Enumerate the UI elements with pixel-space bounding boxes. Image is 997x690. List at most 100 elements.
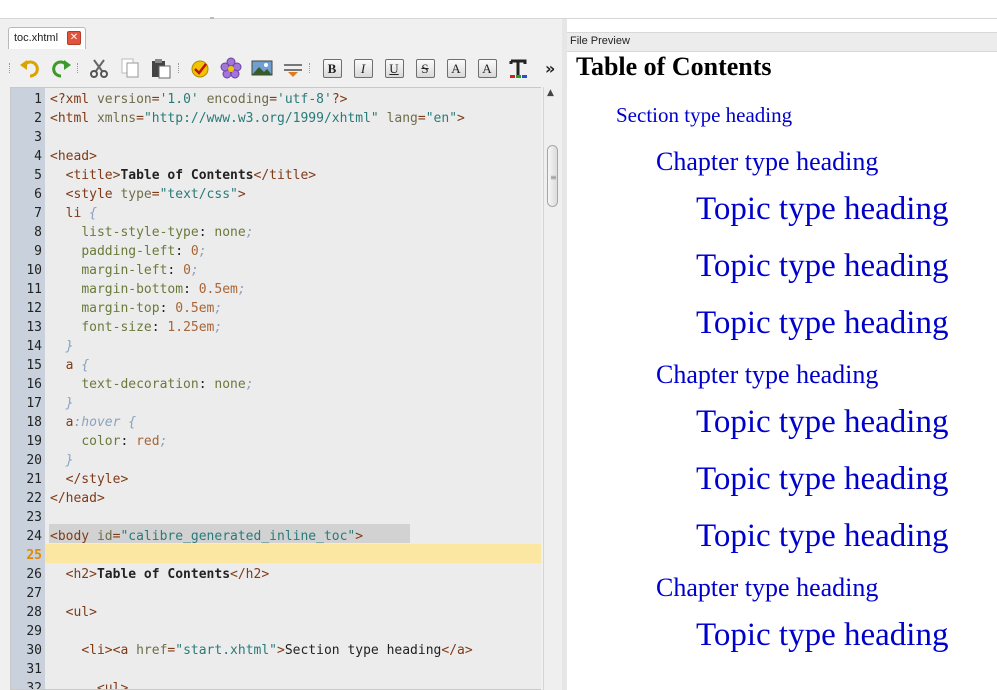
code-token: <?xml	[50, 92, 97, 107]
code-token: type	[120, 187, 152, 202]
line-number: 9	[34, 244, 42, 259]
toolbar-overflow-button[interactable]: »	[545, 59, 555, 78]
cut-icon[interactable]	[87, 56, 111, 80]
paste-icon[interactable]	[149, 56, 173, 80]
code-token: <head>	[50, 149, 97, 164]
code-token: :hover {	[73, 415, 137, 430]
code-line: </head>	[50, 489, 105, 508]
copy-icon[interactable]	[118, 56, 142, 80]
preview-header: File Preview	[567, 32, 997, 52]
code-token: :	[175, 244, 191, 259]
superscript-button[interactable]: A	[444, 56, 468, 80]
toc-link-chapter[interactable]: Chapter type heading	[656, 147, 878, 177]
code-token: }	[65, 453, 74, 468]
code-line: <body id="calibre_generated_inline_toc">	[50, 527, 363, 546]
line-number: 2	[34, 111, 42, 126]
code-line: a:hover {	[50, 413, 136, 432]
code-token: 0	[183, 263, 191, 278]
code-token: "calibre_generated_inline_toc"	[120, 529, 356, 544]
close-icon[interactable]: ✕	[67, 31, 81, 45]
code-token: ;	[190, 263, 199, 278]
spellcheck-icon[interactable]	[188, 56, 212, 80]
scrollbar-thumb[interactable]: ≡	[547, 145, 558, 207]
code-token: "en"	[425, 111, 458, 126]
code-token: ?>	[331, 92, 348, 107]
redo-icon[interactable]	[49, 56, 73, 80]
code-token: '1.0'	[159, 92, 199, 107]
line-number: 22	[26, 491, 42, 506]
code-line: <ul>	[50, 679, 128, 689]
toolbar-grip[interactable]	[9, 63, 12, 73]
preview-title: Table of Contents	[576, 52, 772, 81]
toc-link-topic[interactable]: Topic type heading	[696, 404, 948, 441]
strikethrough-button[interactable]: S	[413, 56, 437, 80]
line-number: 7	[34, 206, 42, 221]
text-color-icon[interactable]	[506, 56, 530, 80]
insert-link-icon[interactable]	[281, 56, 305, 80]
italic-button[interactable]: I	[351, 56, 375, 80]
italic-label: I	[353, 58, 373, 78]
code-token: ;	[198, 244, 207, 259]
code-line: <style type="text/css">	[50, 185, 246, 204]
code-line: <li><a href="start.xhtml">Section type h…	[50, 641, 472, 660]
line-number: 19	[26, 434, 42, 449]
scrollbar-grip-icon: ≡	[550, 173, 557, 182]
code-token: id	[96, 529, 113, 544]
superscript-label: A	[446, 58, 466, 78]
line-number-gutter: 1 2 3 4 5 6 7 8 9 10 11 12 13 14 15 16 17 18 19 20 21 22 23 24 2…	[11, 88, 45, 689]
insert-image-icon[interactable]	[250, 56, 274, 80]
line-number: 32	[26, 681, 42, 690]
toc-link-chapter[interactable]: Chapter type heading	[656, 360, 878, 390]
editor-vertical-scrollbar[interactable]: ▲ ≡	[543, 87, 561, 690]
code-token: ;	[237, 282, 246, 297]
toc-link-section[interactable]: Section type heading	[616, 103, 792, 128]
code-token: margin-top	[81, 301, 160, 316]
toc-link-topic[interactable]: Topic type heading	[696, 617, 948, 654]
toc-link-topic[interactable]: Topic type heading	[696, 191, 948, 228]
code-line: }	[50, 394, 74, 413]
undo-icon[interactable]	[18, 56, 42, 80]
toc-link-topic[interactable]: Topic type heading	[696, 305, 948, 342]
scroll-up-arrow-icon[interactable]: ▲	[547, 88, 554, 98]
toc-link-topic[interactable]: Topic type heading	[696, 461, 948, 498]
line-number: 28	[26, 605, 42, 620]
code-line: margin-top: 0.5em;	[50, 299, 222, 318]
line-number: 11	[26, 282, 42, 297]
tab-toc-xhtml[interactable]: toc.xhtml ✕	[8, 27, 86, 49]
line-number: 8	[34, 225, 42, 240]
code-token: none	[214, 225, 246, 240]
toc-link-chapter[interactable]: Chapter type heading	[656, 573, 878, 603]
code-token: none	[214, 377, 246, 392]
code-line: list-style-type: none;	[50, 223, 253, 242]
code-token: =	[269, 92, 278, 107]
code-editor[interactable]: 1 2 3 4 5 6 7 8 9 10 11 12 13 14 15 16 17 18 19 20 21 22 23 24 2…	[10, 87, 541, 690]
code-token: <title>	[65, 168, 121, 183]
strikethrough-label: S	[415, 58, 435, 78]
toc-link-topic[interactable]: Topic type heading	[696, 248, 948, 285]
code-token: </h2>	[230, 567, 270, 582]
code-line: <title>Table of Contents</title>	[50, 166, 316, 185]
code-line: padding-left: 0;	[50, 242, 207, 261]
current-line-highlight	[45, 544, 541, 563]
underline-button[interactable]: U	[382, 56, 406, 80]
bold-button[interactable]: B	[320, 56, 344, 80]
code-token: ;	[245, 377, 254, 392]
code-token: 'utf-8'	[277, 92, 332, 107]
code-token: xmlns	[96, 111, 137, 126]
toc-link-topic[interactable]: Topic type heading	[696, 518, 948, 555]
insert-special-char-icon[interactable]	[219, 56, 243, 80]
subscript-button[interactable]: A	[475, 56, 499, 80]
editor-toolbar: B I U S A A »	[8, 51, 558, 85]
code-line: <ul>	[50, 603, 97, 622]
code-token: =	[151, 92, 160, 107]
line-number: 6	[34, 187, 42, 202]
code-token: encoding	[206, 92, 270, 107]
code-token: :	[198, 377, 215, 392]
